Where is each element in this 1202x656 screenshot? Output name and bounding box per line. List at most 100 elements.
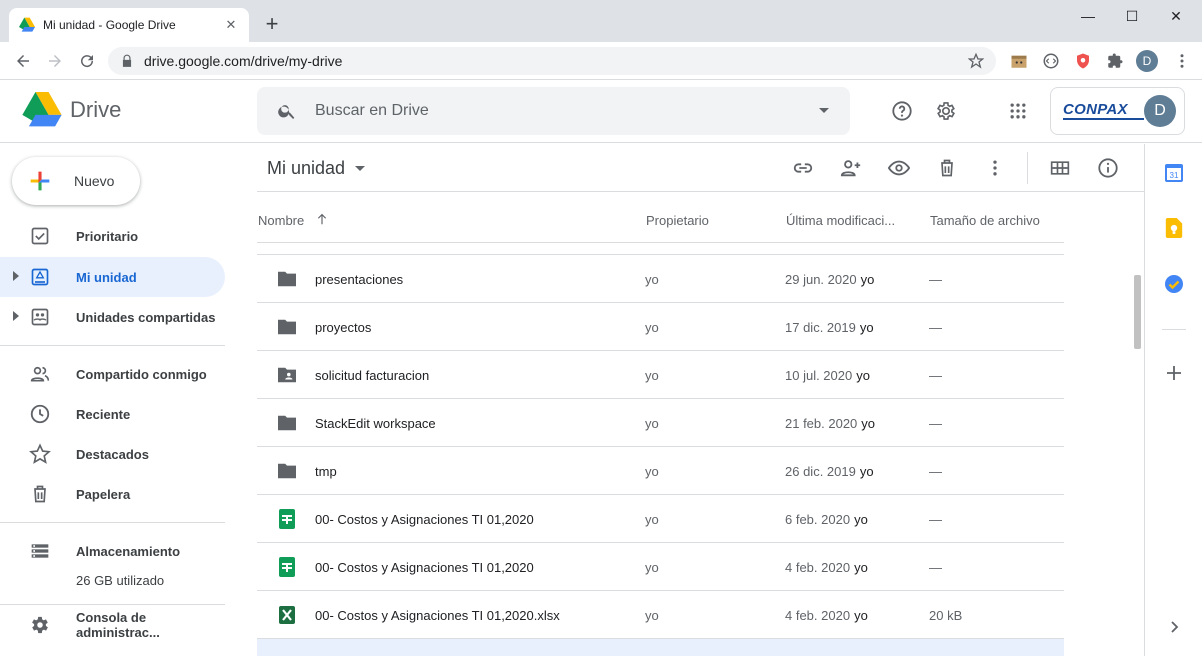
search-icon[interactable] <box>277 101 297 121</box>
new-tab-button[interactable]: + <box>262 12 282 36</box>
sidebar-item-trash[interactable]: Papelera <box>0 474 225 514</box>
modified-date: 4 feb. 2020 <box>785 560 851 575</box>
table-row[interactable]: solicitud facturacion yo 10 jul. 2020 yo … <box>257 351 1064 399</box>
breadcrumb[interactable]: Mi unidad <box>267 158 366 179</box>
folder-icon <box>275 268 299 290</box>
add-addon-button[interactable] <box>1162 361 1186 385</box>
settings-button[interactable] <box>934 99 958 123</box>
plus-icon <box>1167 366 1181 380</box>
minimize-button[interactable]: — <box>1073 4 1103 28</box>
column-modified[interactable]: Última modificaci... <box>786 213 895 228</box>
table-row-selected[interactable] <box>257 639 1064 656</box>
maximize-button[interactable]: ☐ <box>1117 4 1147 28</box>
sidebar-item-priority[interactable]: Prioritario <box>0 216 225 256</box>
new-button[interactable]: Nuevo <box>12 157 140 205</box>
file-owner: yo <box>645 608 659 623</box>
file-size: 20 kB <box>929 608 963 623</box>
browser-tab[interactable]: Mi unidad - Google Drive ✕ <box>9 8 249 42</box>
table-row[interactable]: tmp yo 26 dic. 2019 yo — <box>257 447 1064 495</box>
expand-arrow-icon[interactable] <box>13 311 19 321</box>
sidebar-item-label: Destacados <box>76 446 149 462</box>
table-row[interactable]: proyectos yo 17 dic. 2019 yo — <box>257 303 1064 351</box>
close-window-button[interactable]: ✕ <box>1161 4 1191 28</box>
more-actions-button[interactable] <box>983 156 1007 180</box>
sidebar-item-my-drive[interactable]: Mi unidad <box>0 257 225 297</box>
sidebar-item-starred[interactable]: Destacados <box>0 434 225 474</box>
reload-icon <box>81 55 94 68</box>
get-link-button[interactable] <box>791 156 815 180</box>
profile-avatar[interactable]: D <box>1136 50 1158 72</box>
modified-date: 29 jun. 2020 <box>785 272 857 287</box>
file-owner: yo <box>645 464 659 479</box>
column-size[interactable]: Tamaño de archivo <box>930 213 1040 228</box>
scrollbar-thumb[interactable] <box>1134 275 1141 349</box>
extension-code-icon[interactable] <box>1041 51 1061 71</box>
browser-toolbar: drive.google.com/drive/my-drive D <box>0 42 1202 80</box>
file-modified: 17 dic. 2019 yo <box>785 320 874 335</box>
file-name: StackEdit workspace <box>315 416 436 431</box>
star-icon <box>28 442 52 466</box>
keep-button[interactable] <box>1162 216 1186 240</box>
trash-icon <box>941 159 953 177</box>
table-row[interactable]: presentaciones yo 29 jun. 2020 yo — <box>257 255 1064 303</box>
file-size: — <box>929 368 942 383</box>
preview-button[interactable] <box>887 156 911 180</box>
delete-button[interactable] <box>935 156 959 180</box>
search-bar[interactable]: Buscar en Drive <box>257 87 850 135</box>
sidebar-divider <box>0 345 225 346</box>
grid-view-button[interactable] <box>1048 156 1072 180</box>
expand-arrow-icon[interactable] <box>13 271 19 281</box>
sidebar-item-admin-console[interactable]: Consola de administrac... <box>0 605 225 645</box>
extensions-puzzle-icon[interactable] <box>1105 51 1125 71</box>
search-options-icon[interactable] <box>818 107 830 115</box>
table-row[interactable]: 00- Costos y Asignaciones TI 01,2020 yo … <box>257 543 1064 591</box>
file-name: 00- Costos y Asignaciones TI 01,2020.xls… <box>315 608 560 623</box>
file-size: — <box>929 512 942 527</box>
file-name: tmp <box>315 464 337 479</box>
add-person-icon <box>840 160 861 177</box>
scrollbar[interactable] <box>1131 243 1143 656</box>
sort-arrow-up-icon[interactable] <box>315 211 329 227</box>
details-button[interactable] <box>1096 156 1120 180</box>
search-input[interactable]: Buscar en Drive <box>315 102 818 120</box>
column-owner[interactable]: Propietario <box>646 213 709 228</box>
apps-button[interactable] <box>1006 99 1030 123</box>
help-button[interactable] <box>890 99 914 123</box>
modified-by: yo <box>856 368 870 383</box>
drive-logo-icon <box>22 92 62 127</box>
column-name[interactable]: Nombre <box>258 213 304 228</box>
address-bar[interactable]: drive.google.com/drive/my-drive <box>108 47 996 75</box>
table-row[interactable]: StackEdit workspace yo 21 feb. 2020 yo — <box>257 399 1064 447</box>
file-owner: yo <box>645 272 659 287</box>
sidebar-item-shared-with-me[interactable]: Compartido conmigo <box>0 354 225 394</box>
file-name: proyectos <box>315 320 372 335</box>
extension-shield-icon[interactable] <box>1073 51 1093 71</box>
sidebar-item-storage[interactable]: Almacenamiento <box>0 531 225 571</box>
modified-by: yo <box>859 320 874 335</box>
account-switcher[interactable]: CONPAX D <box>1050 87 1185 135</box>
user-avatar[interactable]: D <box>1144 95 1176 127</box>
table-row[interactable]: 00- Costos y Asignaciones TI 01,2020 yo … <box>257 495 1064 543</box>
share-button[interactable] <box>839 156 863 180</box>
sidebar-item-recent[interactable]: Reciente <box>0 394 225 434</box>
info-icon <box>1098 158 1118 178</box>
back-button[interactable] <box>11 49 35 73</box>
tasks-button[interactable] <box>1162 272 1186 296</box>
sidebar-item-shared-drives[interactable]: Unidades compartidas <box>0 297 225 337</box>
drive-logo[interactable]: Drive <box>22 92 121 128</box>
bookmark-star-icon[interactable] <box>968 53 984 69</box>
extension-box-icon[interactable] <box>1009 51 1029 71</box>
file-size: — <box>929 560 942 575</box>
tab-close-icon[interactable]: ✕ <box>223 17 239 33</box>
sidebar-item-label: Almacenamiento <box>76 543 181 559</box>
shared-drives-icon <box>28 305 52 329</box>
arrow-left-icon <box>17 55 29 67</box>
forward-button[interactable] <box>43 49 67 73</box>
file-owner: yo <box>645 560 659 575</box>
table-row[interactable]: 00- Costos y Asignaciones TI 01,2020.xls… <box>257 591 1064 639</box>
list-header: Nombre Propietario Última modificaci... … <box>257 197 1064 243</box>
expand-panel-button[interactable] <box>1162 615 1186 639</box>
browser-menu-icon[interactable] <box>1172 51 1192 71</box>
calendar-button[interactable]: 31 <box>1162 161 1186 185</box>
reload-button[interactable] <box>75 49 99 73</box>
